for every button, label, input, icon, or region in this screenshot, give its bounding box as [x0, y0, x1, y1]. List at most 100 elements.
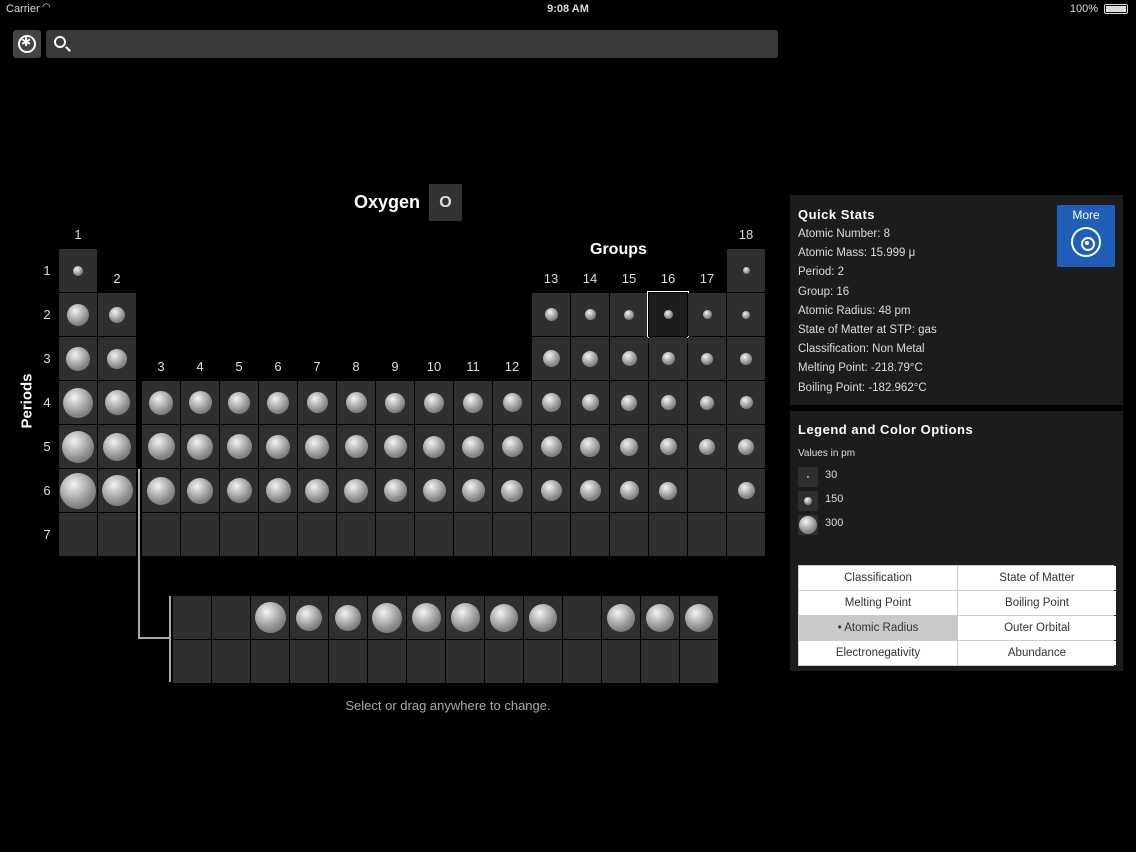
- option-melting-point[interactable]: Melting Point: [799, 591, 957, 615]
- element-cell[interactable]: [493, 469, 531, 512]
- element-cell[interactable]: [59, 249, 97, 292]
- element-cell[interactable]: [368, 596, 406, 639]
- element-cell[interactable]: [259, 425, 297, 468]
- element-cell[interactable]: [602, 640, 640, 683]
- element-cell[interactable]: [649, 337, 687, 380]
- option-state-of-matter[interactable]: State of Matter: [958, 566, 1116, 590]
- element-cell[interactable]: [610, 469, 648, 512]
- element-cell[interactable]: [259, 381, 297, 424]
- element-cell[interactable]: [727, 337, 765, 380]
- element-cell[interactable]: [415, 513, 453, 556]
- element-cell[interactable]: [142, 513, 180, 556]
- element-cell[interactable]: [181, 513, 219, 556]
- element-cell[interactable]: [59, 425, 97, 468]
- search-bar[interactable]: [46, 30, 778, 58]
- element-cell[interactable]: [337, 425, 375, 468]
- element-cell[interactable]: [59, 337, 97, 380]
- element-cell[interactable]: [454, 513, 492, 556]
- element-cell[interactable]: [610, 513, 648, 556]
- element-cell[interactable]: [220, 469, 258, 512]
- element-cell[interactable]: [173, 596, 211, 639]
- element-cell[interactable]: [485, 596, 523, 639]
- option-atomic-radius[interactable]: • Atomic Radius: [799, 616, 957, 640]
- element-cell[interactable]: [649, 425, 687, 468]
- element-cell[interactable]: [212, 596, 250, 639]
- element-cell[interactable]: [329, 640, 367, 683]
- element-cell[interactable]: [571, 337, 609, 380]
- element-cell[interactable]: [415, 469, 453, 512]
- element-cell[interactable]: [98, 425, 136, 468]
- element-cell[interactable]: [727, 513, 765, 556]
- element-cell[interactable]: [142, 381, 180, 424]
- element-cell[interactable]: [727, 381, 765, 424]
- element-cell[interactable]: [251, 596, 289, 639]
- element-cell[interactable]: [173, 640, 211, 683]
- element-cell[interactable]: [376, 381, 414, 424]
- element-cell[interactable]: [688, 425, 726, 468]
- element-cell[interactable]: [680, 596, 718, 639]
- element-cell[interactable]: [220, 513, 258, 556]
- element-cell[interactable]: [727, 469, 765, 512]
- element-cell[interactable]: [602, 596, 640, 639]
- element-cell[interactable]: [688, 293, 726, 336]
- element-cell[interactable]: [376, 513, 414, 556]
- option-outer-orbital[interactable]: Outer Orbital: [958, 616, 1116, 640]
- element-cell[interactable]: [680, 640, 718, 683]
- element-cell[interactable]: [98, 381, 136, 424]
- element-cell[interactable]: [649, 469, 687, 512]
- element-cell[interactable]: [298, 513, 336, 556]
- element-cell[interactable]: [98, 469, 136, 512]
- element-cell[interactable]: [259, 469, 297, 512]
- element-cell[interactable]: [220, 381, 258, 424]
- element-cell[interactable]: [329, 596, 367, 639]
- element-cell[interactable]: [610, 293, 648, 336]
- element-cell[interactable]: [59, 293, 97, 336]
- element-cell[interactable]: [649, 381, 687, 424]
- element-cell[interactable]: [532, 469, 570, 512]
- element-cell[interactable]: [251, 640, 289, 683]
- element-cell[interactable]: [532, 381, 570, 424]
- element-cell[interactable]: [571, 513, 609, 556]
- element-cell[interactable]: [532, 337, 570, 380]
- element-cell[interactable]: [727, 249, 765, 292]
- element-cell[interactable]: [142, 469, 180, 512]
- element-cell[interactable]: [727, 425, 765, 468]
- element-cell[interactable]: [181, 469, 219, 512]
- option-boiling-point[interactable]: Boiling Point: [958, 591, 1116, 615]
- element-cell[interactable]: [376, 469, 414, 512]
- element-cell[interactable]: [337, 513, 375, 556]
- element-cell[interactable]: [524, 640, 562, 683]
- element-cell[interactable]: [563, 596, 601, 639]
- more-button[interactable]: More: [1057, 205, 1115, 267]
- element-cell[interactable]: [181, 381, 219, 424]
- option-abundance[interactable]: Abundance: [958, 641, 1116, 665]
- element-cell[interactable]: [571, 425, 609, 468]
- element-cell[interactable]: [641, 640, 679, 683]
- element-cell[interactable]: [415, 425, 453, 468]
- element-cell[interactable]: [610, 425, 648, 468]
- element-cell[interactable]: [407, 596, 445, 639]
- element-cell[interactable]: [688, 469, 726, 512]
- element-cell[interactable]: [98, 337, 136, 380]
- element-cell[interactable]: [532, 425, 570, 468]
- element-cell[interactable]: [98, 513, 136, 556]
- element-cell[interactable]: [493, 513, 531, 556]
- element-cell[interactable]: [59, 381, 97, 424]
- element-cell[interactable]: [407, 640, 445, 683]
- element-cell[interactable]: [298, 425, 336, 468]
- option-classification[interactable]: Classification: [799, 566, 957, 590]
- element-cell[interactable]: [532, 513, 570, 556]
- element-cell[interactable]: [446, 596, 484, 639]
- element-cell[interactable]: [259, 513, 297, 556]
- element-cell[interactable]: [571, 293, 609, 336]
- element-cell[interactable]: [454, 469, 492, 512]
- element-cell[interactable]: [571, 469, 609, 512]
- element-cell[interactable]: [485, 640, 523, 683]
- element-cell[interactable]: [446, 640, 484, 683]
- element-cell[interactable]: [298, 381, 336, 424]
- element-cell[interactable]: [571, 381, 609, 424]
- element-cell[interactable]: [454, 425, 492, 468]
- element-cell[interactable]: [59, 513, 97, 556]
- element-cell[interactable]: [610, 381, 648, 424]
- element-cell[interactable]: [524, 596, 562, 639]
